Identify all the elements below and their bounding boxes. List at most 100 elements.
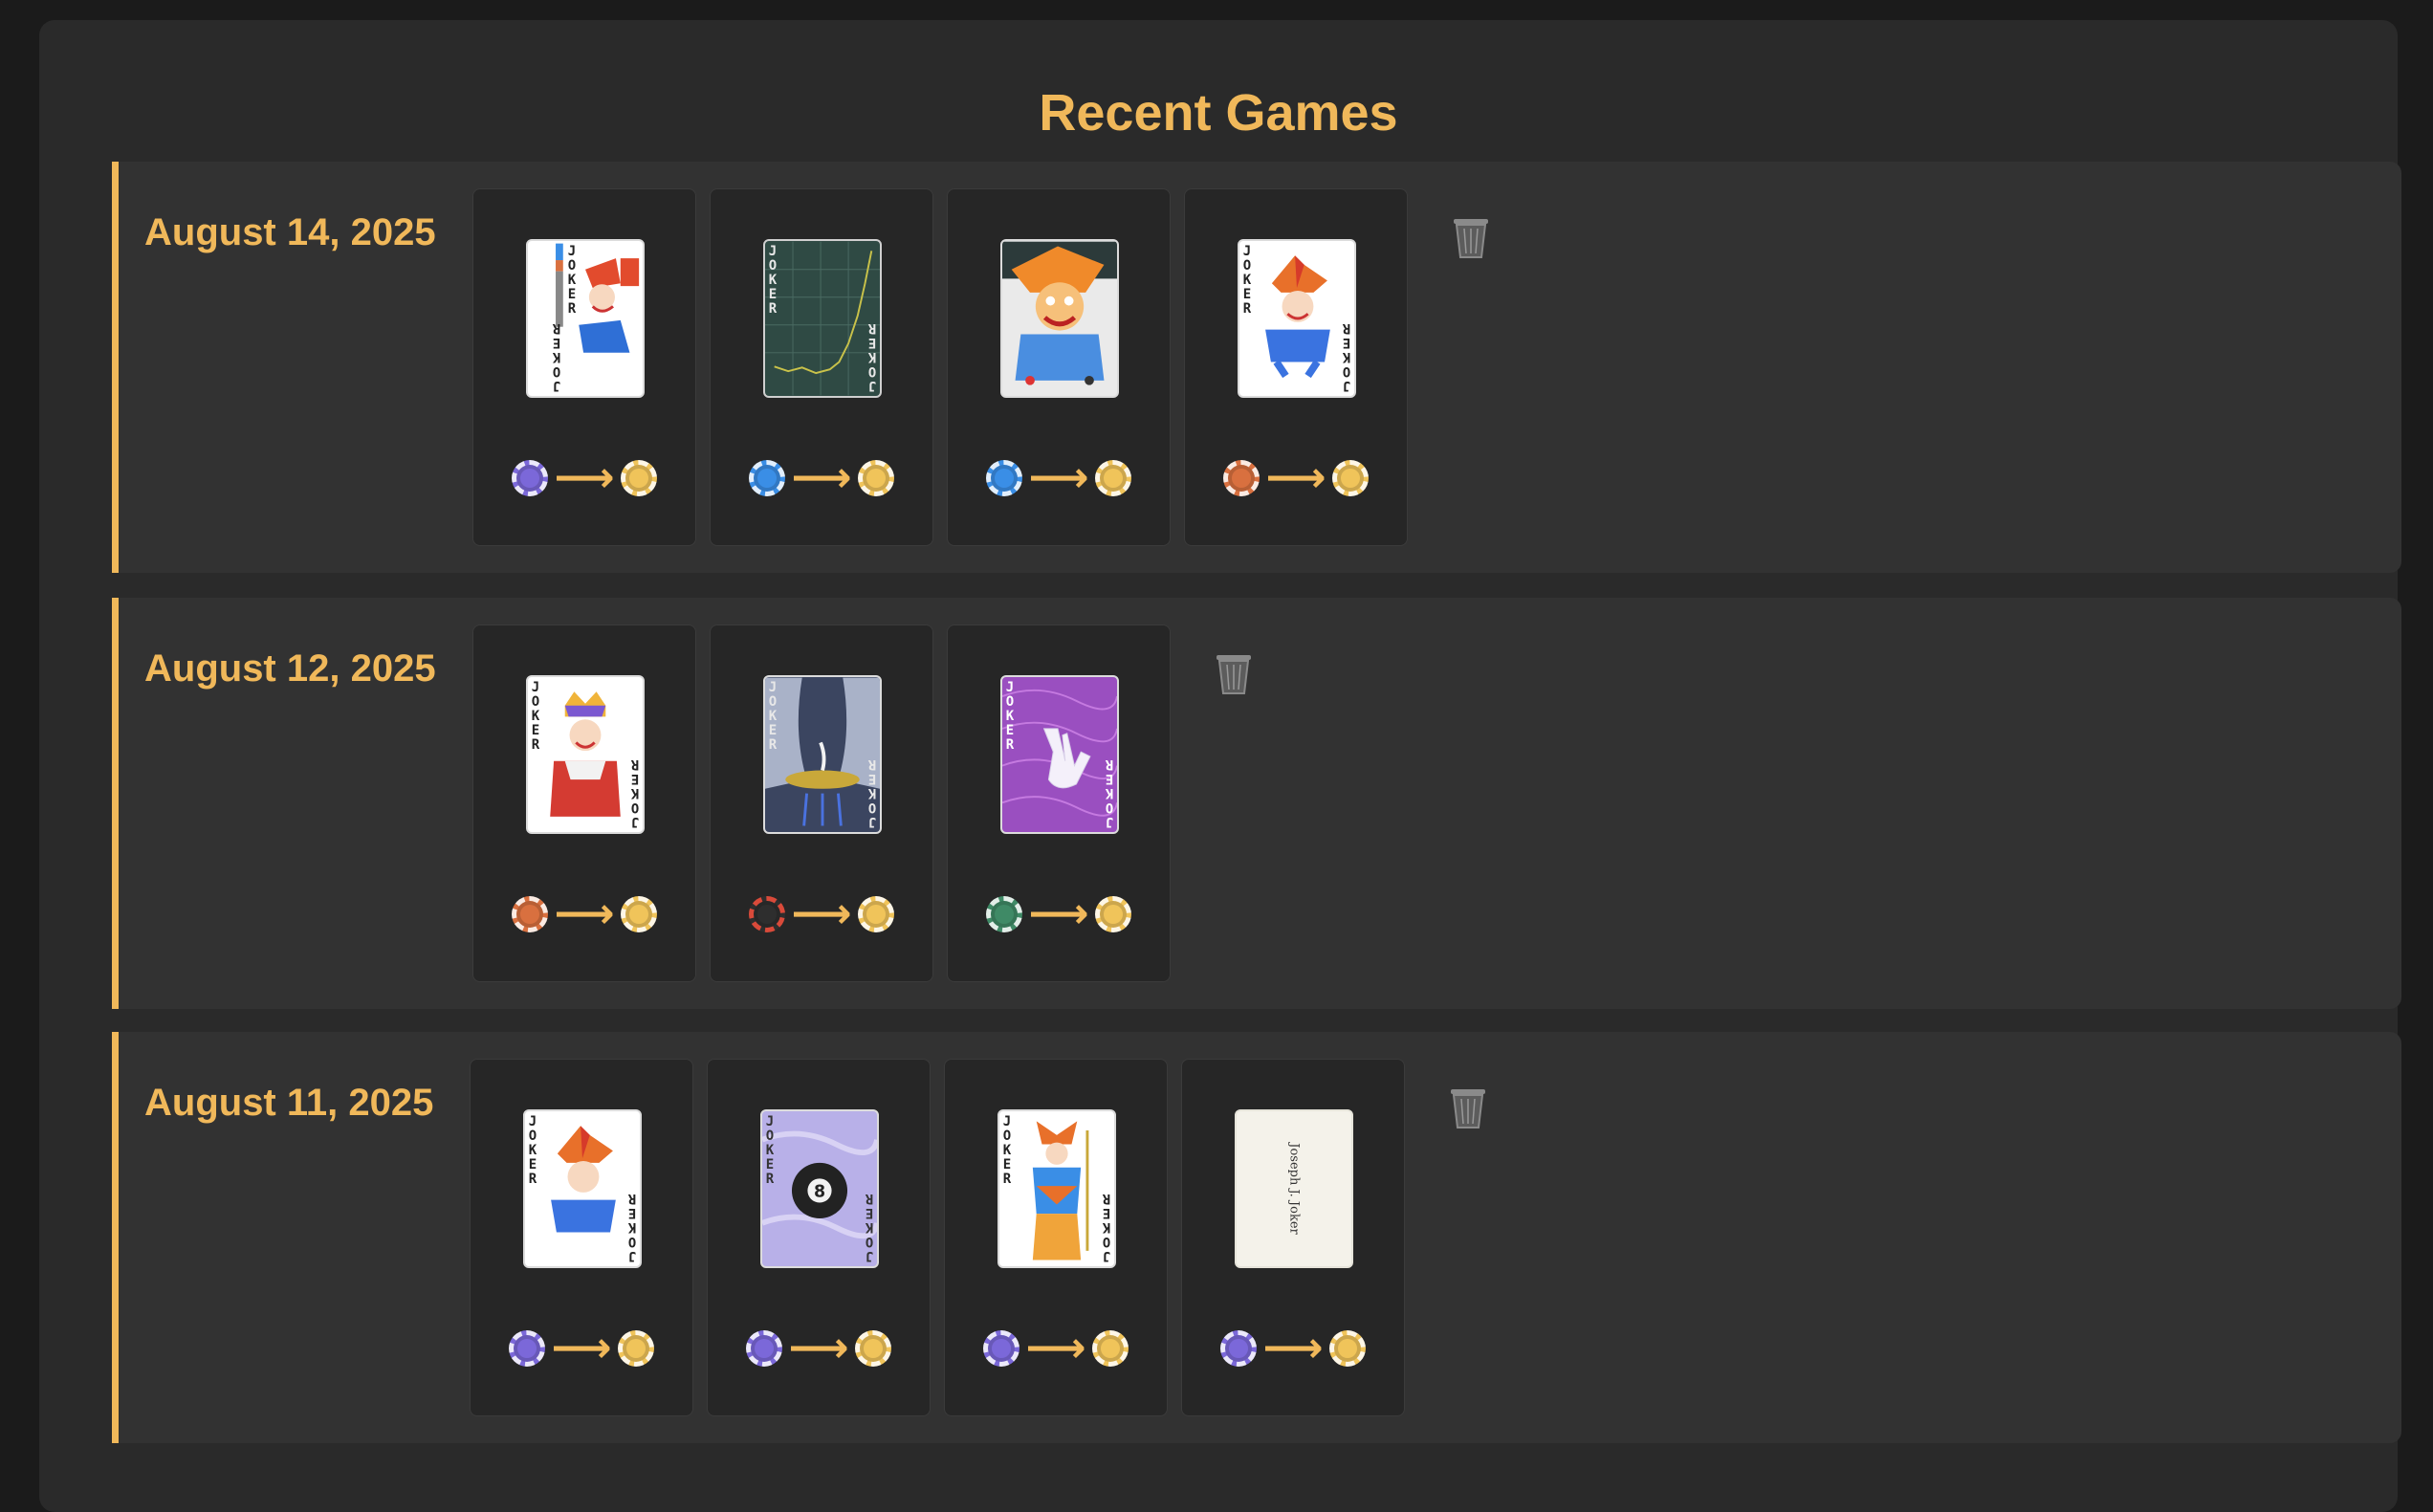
game-card[interactable]: JOKER JOKER ⟶ (470, 1059, 693, 1416)
card-corner-label: JOKER (765, 1114, 775, 1187)
jester-art (556, 243, 640, 353)
game-card[interactable]: JOKER JOKER ⟶ (947, 625, 1171, 982)
green-chip-icon (986, 896, 1023, 932)
page-title: Recent Games (1039, 84, 1398, 142)
recent-games-panel: Recent Games August 14, 2025 JOKER JOKER (39, 20, 2401, 1512)
card-corner-label: JOKER (1002, 1114, 1012, 1187)
card-corner-label: JOKER (768, 680, 778, 753)
card-corner-label: JOKER (531, 680, 540, 753)
purple-hand-art (1002, 689, 1117, 817)
chip-transition: ⟶ (711, 457, 932, 499)
arrow-right-icon: ⟶ (1028, 454, 1089, 501)
chip-transition: ⟶ (473, 893, 695, 935)
stage-curtain-art (765, 677, 880, 826)
black-chip-icon (749, 896, 786, 932)
gold-chip-icon (1094, 896, 1131, 932)
arrow-right-icon: ⟶ (1262, 1325, 1324, 1371)
game-group: August 12, 2025 JOKER JOKER ⟶ J O K E R … (112, 598, 2401, 1009)
card-corner-label: JOKER (1105, 756, 1114, 829)
joker-card-green-graph[interactable]: JOKER JOKER (763, 239, 882, 398)
gold-chip-icon (1328, 1330, 1366, 1367)
purple-chip-icon (1220, 1330, 1258, 1367)
game-card[interactable]: JOKER JOKER ⟶ (710, 625, 933, 982)
gold-chip-icon (854, 1330, 891, 1367)
purple-chip-icon (512, 460, 549, 496)
blue-chip-icon (986, 460, 1023, 496)
game-card[interactable]: 8 JOKER JOKER ⟶ (707, 1059, 931, 1416)
game-card[interactable]: Joseph J. Joker ⟶ (1181, 1059, 1405, 1416)
card-corner-label: JOKER (552, 320, 561, 393)
chip-transition: ⟶ (945, 1327, 1167, 1370)
gold-chip-icon (1091, 1330, 1129, 1367)
chip-transition: ⟶ (948, 457, 1170, 499)
arrow-right-icon: ⟶ (554, 890, 615, 937)
trash-icon[interactable] (1450, 215, 1492, 259)
graph-art (765, 241, 880, 396)
svg-text:8: 8 (814, 1183, 825, 1202)
face-card-jester-art (1032, 1121, 1089, 1260)
joker-card-classic-jester[interactable]: JOKER JOKER (523, 1109, 642, 1268)
card-corner-label: JOKER (865, 1191, 874, 1263)
game-group: August 11, 2025 JOKER JOKER ⟶ 8 J O K E … (112, 1032, 2401, 1443)
joker-card-purple-hand[interactable]: JOKER JOKER (1000, 675, 1119, 834)
card-corner-label: JOKER (1342, 320, 1351, 393)
arrow-right-icon: ⟶ (1265, 454, 1326, 501)
joker-card-business-card[interactable]: Joseph J. Joker (1235, 1109, 1353, 1268)
game-card[interactable]: JOKER JOKER ⟶ (472, 188, 696, 546)
card-corner-label: JOKER (528, 1114, 537, 1187)
game-card[interactable]: JOKER JOKER ⟶ (710, 188, 933, 546)
arrow-right-icon: ⟶ (791, 890, 852, 937)
game-group: August 14, 2025 JOKER JOKER ⟶ J O K E R … (112, 162, 2401, 573)
card-corner-label: JOKER (1102, 1191, 1111, 1263)
card-corner-label: JOKER (630, 756, 640, 829)
game-card[interactable]: JOKER JOKER ⟶ (472, 625, 696, 982)
gold-chip-icon (617, 1330, 654, 1367)
joker-card-color-bars[interactable]: JOKER JOKER (526, 239, 645, 398)
game-card[interactable]: ⟶ (947, 188, 1171, 546)
chip-transition: ⟶ (473, 457, 695, 499)
game-date: August 14, 2025 (144, 211, 436, 253)
joker-card-face-card-jester[interactable]: JOKER JOKER (997, 1109, 1116, 1268)
joker-card-king-jester[interactable]: JOKER JOKER (526, 675, 645, 834)
game-card[interactable]: JOKER JOKER ⟶ (1184, 188, 1408, 546)
card-corner-label: JOKER (1005, 680, 1015, 753)
business-card-name: Joseph J. Joker (1286, 1143, 1302, 1235)
arrow-right-icon: ⟶ (788, 1325, 849, 1371)
card-corner-label: JOKER (1242, 244, 1252, 317)
joker-card-eight-ball[interactable]: 8 JOKER JOKER (760, 1109, 879, 1268)
joker-card-stage-curtain[interactable]: JOKER JOKER (763, 675, 882, 834)
joker-card-crazy-jester[interactable] (1000, 239, 1119, 398)
classic-jester-art (1265, 255, 1330, 379)
orange-chip-icon (512, 896, 549, 932)
gold-chip-icon (620, 460, 657, 496)
card-corner-label: JOKER (567, 244, 577, 317)
game-card[interactable]: JOKER JOKER ⟶ (944, 1059, 1168, 1416)
game-date: August 12, 2025 (144, 647, 436, 690)
joker-card-classic-jester[interactable]: JOKER JOKER (1238, 239, 1356, 398)
chip-transition: ⟶ (471, 1327, 692, 1370)
eight-ball-art: 8 (762, 1130, 877, 1239)
orange-chip-icon (1223, 460, 1260, 496)
arrow-right-icon: ⟶ (1025, 1325, 1086, 1371)
blue-chip-icon (749, 460, 786, 496)
chip-transition: ⟶ (1182, 1327, 1404, 1370)
arrow-right-icon: ⟶ (551, 1325, 612, 1371)
king-jester-art (550, 691, 621, 817)
card-corner-label: JOKER (867, 320, 877, 393)
card-corner-label: JOKER (768, 244, 778, 317)
trash-icon[interactable] (1213, 651, 1255, 695)
gold-chip-icon (1331, 460, 1369, 496)
gold-chip-icon (857, 460, 894, 496)
chip-transition: ⟶ (708, 1327, 930, 1370)
chip-transition: ⟶ (1185, 457, 1407, 499)
game-date: August 11, 2025 (144, 1082, 434, 1124)
purple-chip-icon (983, 1330, 1020, 1367)
trash-icon[interactable] (1447, 1085, 1489, 1129)
gold-chip-icon (1094, 460, 1131, 496)
crazy-jester-art (1002, 241, 1117, 385)
gold-chip-icon (857, 896, 894, 932)
chip-transition: ⟶ (948, 893, 1170, 935)
chip-transition: ⟶ (711, 893, 932, 935)
card-corner-label: JOKER (867, 756, 877, 829)
purple-chip-icon (746, 1330, 783, 1367)
